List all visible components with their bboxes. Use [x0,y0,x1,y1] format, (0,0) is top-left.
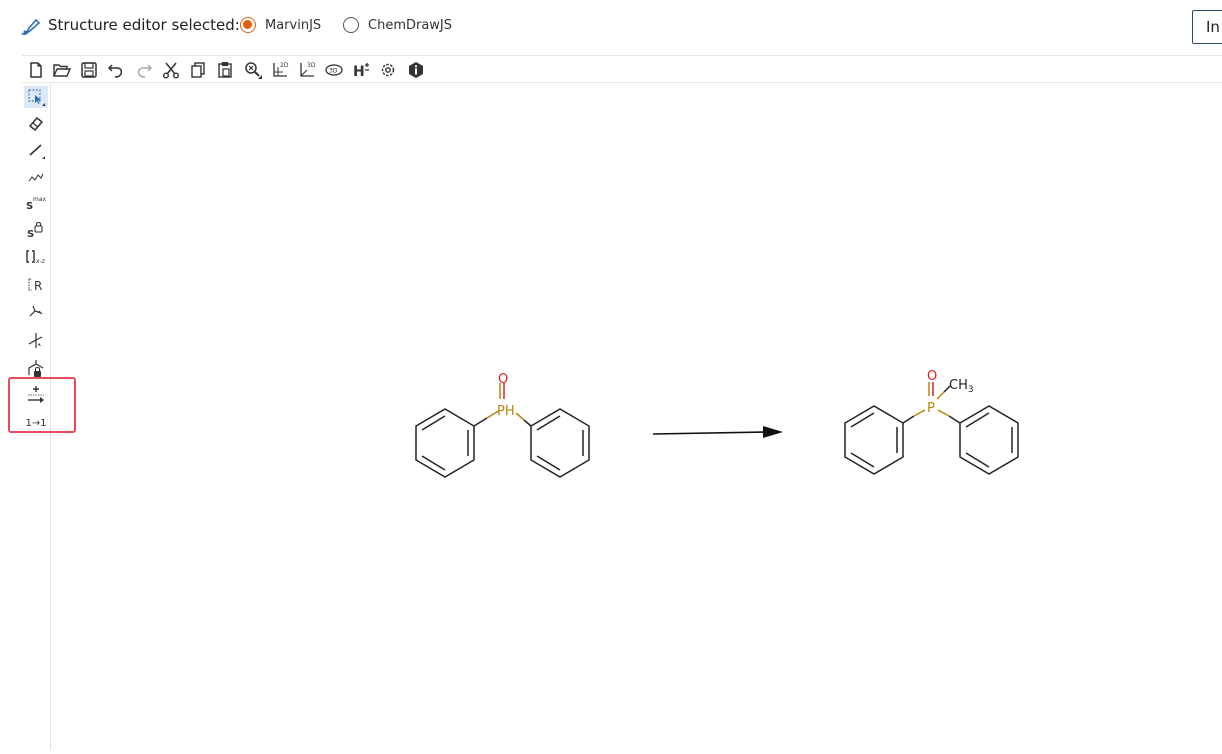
reactant-phosphorus-label: PH [497,404,515,419]
svg-text:S: S [27,229,34,239]
editor-label: Structure editor selected: [48,16,240,34]
editor-selector-bar: Structure editor selected: MarvinJS Chem… [0,0,1222,55]
bracket-icon[interactable]: x-z [24,246,48,268]
single-bond-icon[interactable] [24,139,48,161]
save-icon[interactable] [79,60,99,80]
svg-text:2D: 2D [280,62,289,69]
reaction-arrow[interactable] [652,426,783,438]
clean-2d-icon[interactable]: 2D [270,60,290,80]
3d-view-icon[interactable]: 3D [324,60,344,80]
product-phosphorus-label: P [927,401,935,416]
divider [22,55,1222,56]
new-document-icon[interactable] [26,60,46,80]
chemdrawjs-label[interactable]: ChemDrawJS [368,18,452,33]
svg-text:3D: 3D [329,68,338,75]
input-button[interactable]: In [1192,10,1222,44]
eraser-icon[interactable] [24,112,48,134]
settings-icon[interactable] [378,60,398,80]
copy-icon[interactable] [188,60,208,80]
product-methyl-label: CH3 [949,378,974,395]
chemdrawjs-radio[interactable] [343,17,359,33]
stereo-icon[interactable] [24,330,48,352]
undo-icon[interactable] [106,60,126,80]
redo-icon[interactable] [134,60,154,80]
marvinjs-label[interactable]: MarvinJS [265,18,321,33]
r-group-icon[interactable]: R [24,274,48,296]
reaction-drawing: O PH O P CH3 [415,369,1019,478]
zoom-icon[interactable] [243,60,263,80]
svg-text:H: H [353,64,365,79]
paste-icon[interactable] [215,60,235,80]
chain-icon[interactable] [24,166,48,188]
product-molecule[interactable] [844,382,1019,475]
info-icon[interactable] [406,60,426,80]
s-lock-icon[interactable]: S [24,219,48,241]
s-max-label: max [33,196,47,203]
drawing-canvas[interactable]: O PH O P CH3 [51,84,1222,750]
lock-atom-icon[interactable] [24,357,48,379]
r-group-label: R [34,279,42,293]
brush-icon [20,18,41,35]
top-toolbar: 2D 3D 3D H [22,58,1222,83]
svg-text:3D: 3D [307,62,316,69]
product-oxygen-label: O [927,369,937,384]
reactant-oxygen-label: O [498,372,508,387]
open-folder-icon[interactable] [52,60,72,80]
marvinjs-radio[interactable] [240,17,256,33]
cut-icon[interactable] [161,60,181,80]
selection-tool-icon[interactable] [24,86,48,108]
add-hydrogens-icon[interactable]: H [351,60,371,80]
bracket-label: x-z [35,258,46,265]
clean-3d-icon[interactable]: 3D [297,60,317,80]
s-max-icon[interactable]: Smax [24,192,48,214]
reactant-molecule[interactable] [415,383,590,478]
attachment-icon[interactable] [24,300,48,322]
